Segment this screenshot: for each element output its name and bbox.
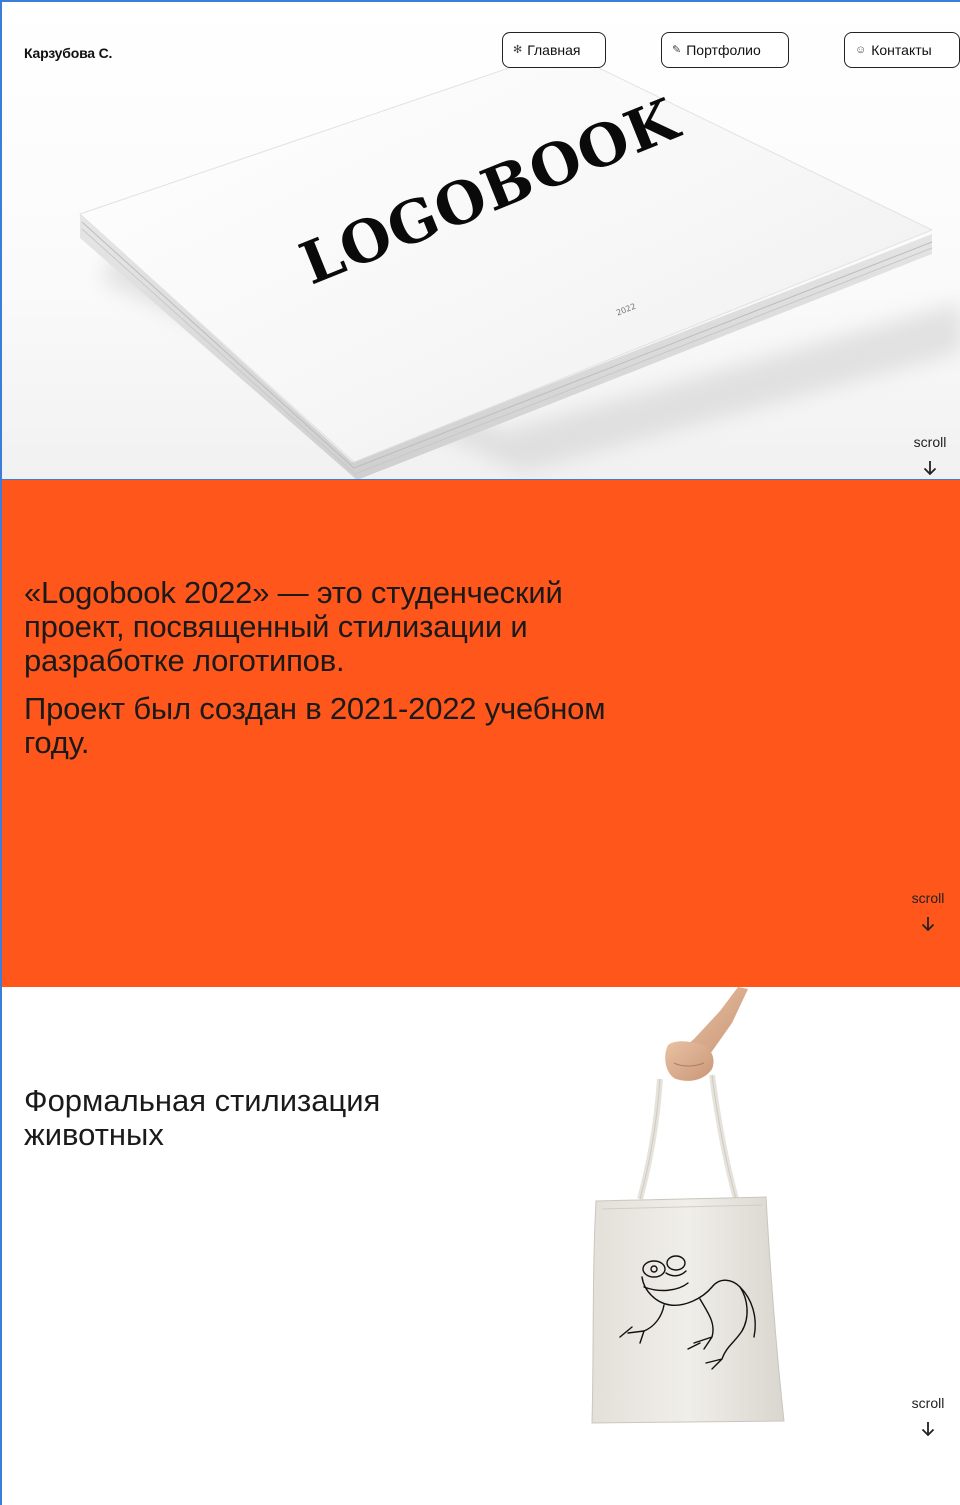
arrow-down-icon xyxy=(921,1422,935,1437)
nav-portfolio-label: Портфолио xyxy=(686,41,761,58)
about-paragraph-2: Проект был создан в 2021-2022 учебном го… xyxy=(24,691,606,760)
smile-icon: ☺ xyxy=(855,43,867,56)
nav-home-label: Главная xyxy=(527,41,581,58)
about-scroll-button[interactable]: scroll xyxy=(898,890,958,932)
about-section: «Logobook 2022» — это студенческий проек… xyxy=(2,480,960,987)
arrow-down-icon xyxy=(923,461,937,476)
site-brand[interactable]: Карзубова С. xyxy=(24,45,112,61)
nav-contacts-label: Контакты xyxy=(871,41,932,58)
nav-portfolio-button[interactable]: ✎ Портфолио xyxy=(661,32,789,68)
about-text: «Logobook 2022» — это студенческий проек… xyxy=(24,576,664,760)
asterisk-icon: ✻ xyxy=(513,43,523,56)
scroll-label: scroll xyxy=(911,890,945,906)
nav-contacts-button[interactable]: ☺ Контакты xyxy=(844,32,960,68)
animals-section: Формальная стилизация животных scroll xyxy=(2,987,960,1505)
about-paragraph-1: «Logobook 2022» — это студенческий проек… xyxy=(24,575,563,678)
nav-home-button[interactable]: ✻ Главная xyxy=(502,32,606,68)
logobook-image: LOGOBOOK 2022 xyxy=(79,49,960,479)
scroll-label: scroll xyxy=(913,434,947,450)
hero-section: LOGOBOOK 2022 Карзубова С. ✻ Главная ✎ П… xyxy=(2,2,960,480)
page: LOGOBOOK 2022 Карзубова С. ✻ Главная ✎ П… xyxy=(0,0,960,1505)
hero-scroll-button[interactable]: scroll xyxy=(900,434,960,476)
scroll-label: scroll xyxy=(911,1395,945,1411)
animals-title: Формальная стилизация животных xyxy=(24,1083,381,1152)
pencil-icon: ✎ xyxy=(672,43,682,56)
arrow-down-icon xyxy=(921,917,935,932)
animals-scroll-button[interactable]: scroll xyxy=(898,1395,958,1437)
tote-bag-image xyxy=(591,987,785,1424)
